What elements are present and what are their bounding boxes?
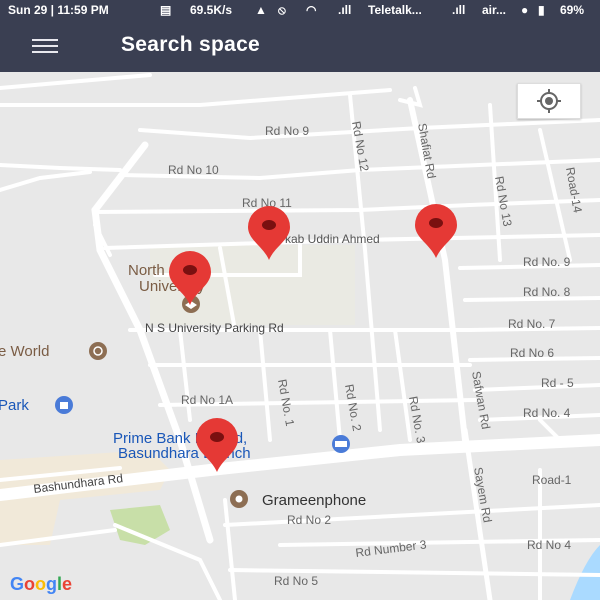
hamburger-menu-icon[interactable] (28, 36, 62, 56)
navigation-icon: ▲ (255, 3, 267, 17)
road-label: Rd No 1A (181, 393, 233, 407)
carrier-2: air... (482, 3, 507, 17)
my-location-button[interactable] (517, 83, 581, 119)
carrier-1: Teletalk... (368, 3, 422, 17)
status-datetime: Sun 29 | 11:59 PM (8, 3, 109, 17)
road-label: kab Uddin Ahmed (285, 232, 380, 246)
road-label: Rd No 9 (265, 124, 309, 138)
wifi-icon: ◠ (306, 3, 317, 17)
road-label: Rd No. 7 (508, 317, 556, 331)
poi-label: Grameenphone (262, 492, 366, 509)
road-label: Rd No. 4 (523, 406, 571, 420)
google-logo: Google (10, 574, 72, 594)
road-label: Rd No 10 (168, 163, 219, 177)
company-icon (230, 490, 248, 508)
signal-icon-1: .ıll (338, 3, 352, 17)
page-title: Search space (121, 33, 261, 56)
my-location-icon (537, 89, 561, 113)
road-label: Rd No. 8 (523, 285, 571, 299)
network-speed: 69.5K/s (190, 3, 233, 17)
road-label: N S University Parking Rd (145, 321, 284, 335)
road-label: Rd No 6 (510, 346, 554, 360)
app-bar: Search space (0, 20, 600, 72)
road-label: Road-1 (532, 473, 572, 487)
road-label: Rd No. 9 (523, 255, 571, 269)
location-icon: ● (521, 3, 529, 17)
bank-icon (332, 435, 350, 453)
mute-icon: ⦸ (278, 3, 286, 17)
notification-icon: ▤ (160, 3, 172, 17)
poi-label: e World (0, 343, 49, 360)
road-label: Rd No 4 (527, 538, 571, 552)
road-label: Rd - 5 (541, 376, 574, 390)
poi-label: Park (0, 397, 29, 414)
battery-icon: ▮ (538, 3, 545, 17)
battery-percent: 69% (560, 3, 585, 17)
road-label: Rd No 2 (287, 513, 331, 527)
shopping-icon (55, 396, 73, 414)
status-bar: Sun 29 | 11:59 PM ▤ 69.5K/s ▲ ⦸ ◠ .ıll T… (0, 0, 600, 20)
road-label: Rd No 5 (274, 574, 318, 588)
signal-icon-2: .ıll (452, 3, 466, 17)
map-view[interactable]: Rd No 9 Rd No 10 Rd No 11 Rd No 12 Shafi… (0, 72, 600, 600)
amusement-icon (89, 342, 107, 360)
